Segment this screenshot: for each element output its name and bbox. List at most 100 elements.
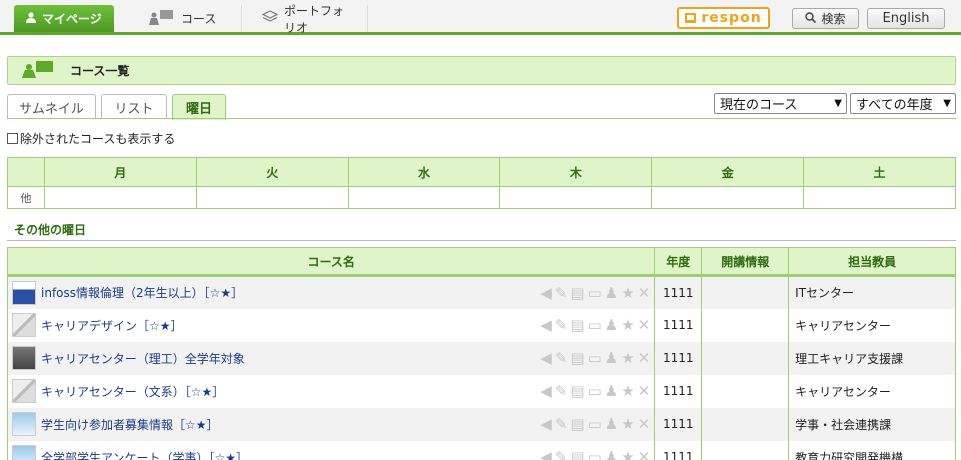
top-nav: マイページ コース ポートフォリオ respon 検索 English	[0, 0, 961, 35]
speaker-icon[interactable]: ◀	[540, 415, 552, 433]
star-icon[interactable]: ★	[621, 448, 634, 460]
comment-icon[interactable]: ▭	[588, 382, 602, 400]
tab-label: 曜日	[185, 102, 212, 117]
day-header: 火	[195, 157, 349, 187]
close-icon[interactable]: ✕	[638, 316, 651, 334]
star-icon[interactable]: ★	[621, 415, 634, 433]
respon-button[interactable]: respon	[677, 7, 770, 29]
checkbox-box[interactable]	[7, 133, 18, 144]
course-link[interactable]: キャリアセンター（理工）全学年対象	[41, 350, 245, 367]
person-icon[interactable]: ♟	[605, 415, 618, 433]
nav-tab-label: ポートフォリオ	[284, 3, 345, 35]
user-icon	[26, 11, 36, 26]
comment-icon[interactable]: ▭	[588, 448, 602, 460]
nav-tab-portfolio[interactable]: ポートフォリオ	[250, 4, 368, 35]
person-icon[interactable]: ♟	[605, 448, 618, 460]
col-header-teacher: 担当教員	[788, 247, 956, 277]
course-icon	[20, 60, 56, 81]
person-icon[interactable]: ♟	[605, 284, 618, 302]
course-thumbnail[interactable]	[12, 280, 36, 305]
report-icon[interactable]: ▤	[570, 415, 584, 433]
close-icon[interactable]: ✕	[638, 382, 651, 400]
nav-tab-course[interactable]: コース	[135, 5, 242, 32]
person-icon[interactable]: ♟	[605, 349, 618, 367]
course-year: 1111	[654, 374, 703, 408]
course-name-cell: 学生向け参加者募集情報［☆★］ ◀ ✎ ▤ ▭ ♟ ★ ✕	[6, 407, 656, 441]
speaker-icon[interactable]: ◀	[540, 349, 552, 367]
nav-tab-mypage[interactable]: マイページ	[14, 5, 114, 32]
speaker-icon[interactable]: ◀	[540, 448, 552, 460]
corner-cell	[7, 157, 45, 187]
course-teacher: 理工キャリア支援課	[788, 341, 956, 375]
speaker-icon[interactable]: ◀	[540, 382, 552, 400]
tab-weekday[interactable]: 曜日	[172, 94, 226, 120]
edit-icon[interactable]: ✎	[555, 349, 568, 367]
star-icon[interactable]: ★	[621, 382, 634, 400]
comment-icon[interactable]: ▭	[588, 349, 602, 367]
english-button[interactable]: English	[867, 8, 945, 29]
course-thumbnail[interactable]	[12, 346, 36, 370]
edit-icon[interactable]: ✎	[555, 316, 568, 334]
course-thumbnail[interactable]	[12, 313, 36, 337]
report-icon[interactable]: ▤	[570, 316, 584, 334]
year-filter-select[interactable]: すべての年度 ▼	[850, 93, 956, 114]
tab-thumbnail[interactable]: サムネイル	[7, 94, 96, 119]
tab-list[interactable]: リスト	[101, 94, 167, 119]
speaker-icon[interactable]: ◀	[540, 316, 552, 334]
course-name-cell: 全学部学生アンケート（学事）［☆★］ ◀ ✎ ▤ ▭ ♟ ★ ✕	[6, 440, 656, 460]
course-thumbnail[interactable]	[12, 412, 36, 436]
day-header: 金	[651, 157, 805, 187]
course-icon	[147, 9, 175, 28]
course-link[interactable]: キャリアデザイン［☆★］	[41, 317, 183, 334]
course-thumbnail[interactable]	[12, 445, 36, 460]
comment-icon[interactable]: ▭	[588, 415, 602, 433]
person-icon[interactable]: ♟	[605, 382, 618, 400]
course-action-icons: ◀ ✎ ▤ ▭ ♟ ★ ✕	[540, 284, 650, 302]
close-icon[interactable]: ✕	[638, 448, 651, 460]
day-cell	[499, 186, 653, 209]
speaker-icon[interactable]: ◀	[540, 284, 552, 302]
edit-icon[interactable]: ✎	[555, 382, 568, 400]
show-excluded-checkbox[interactable]: 除外されたコースも表示する	[7, 130, 175, 147]
close-icon[interactable]: ✕	[638, 349, 651, 367]
course-link[interactable]: キャリアセンター（文系）［☆★］	[41, 383, 224, 400]
comment-icon[interactable]: ▭	[588, 284, 602, 302]
star-icon[interactable]: ★	[621, 349, 634, 367]
edit-icon[interactable]: ✎	[555, 284, 568, 302]
divider	[7, 240, 956, 241]
edit-icon[interactable]: ✎	[555, 448, 568, 460]
course-info	[701, 374, 790, 408]
course-action-icons: ◀ ✎ ▤ ▭ ♟ ★ ✕	[540, 448, 650, 460]
search-icon	[805, 11, 817, 26]
day-header: 木	[499, 157, 653, 187]
course-link[interactable]: 全学部学生アンケート（学事）［☆★］	[41, 449, 248, 460]
course-action-icons: ◀ ✎ ▤ ▭ ♟ ★ ✕	[540, 316, 650, 334]
edit-icon[interactable]: ✎	[555, 415, 568, 433]
course-action-icons: ◀ ✎ ▤ ▭ ♟ ★ ✕	[540, 349, 650, 367]
star-icon[interactable]: ★	[621, 316, 634, 334]
course-link[interactable]: 学生向け参加者募集情報［☆★］	[41, 416, 219, 433]
table-row: 学生向け参加者募集情報［☆★］ ◀ ✎ ▤ ▭ ♟ ★ ✕ 1111 学事・社会連携課	[6, 407, 956, 441]
day-cell	[803, 186, 956, 209]
select-value: 現在のコース	[720, 98, 798, 113]
day-header: 土	[803, 157, 956, 187]
close-icon[interactable]: ✕	[638, 415, 651, 433]
course-link[interactable]: infoss情報倫理（2年生以上）［☆★］	[41, 284, 243, 301]
respon-icon	[685, 13, 697, 23]
report-icon[interactable]: ▤	[570, 382, 584, 400]
course-name-cell: キャリアセンター（理工）全学年対象 ◀ ✎ ▤ ▭ ♟ ★ ✕	[6, 341, 656, 375]
course-year: 1111	[654, 440, 703, 460]
report-icon[interactable]: ▤	[570, 448, 584, 460]
star-icon[interactable]: ★	[621, 284, 634, 302]
report-icon[interactable]: ▤	[570, 349, 584, 367]
course-info	[701, 341, 790, 375]
search-button[interactable]: 検索	[792, 8, 859, 29]
course-filter-select[interactable]: 現在のコース ▼	[714, 93, 847, 114]
course-teacher: キャリアセンター	[788, 308, 956, 342]
comment-icon[interactable]: ▭	[588, 316, 602, 334]
report-icon[interactable]: ▤	[570, 284, 584, 302]
course-thumbnail[interactable]	[12, 379, 36, 403]
course-info	[701, 275, 790, 309]
close-icon[interactable]: ✕	[638, 284, 651, 302]
person-icon[interactable]: ♟	[605, 316, 618, 334]
